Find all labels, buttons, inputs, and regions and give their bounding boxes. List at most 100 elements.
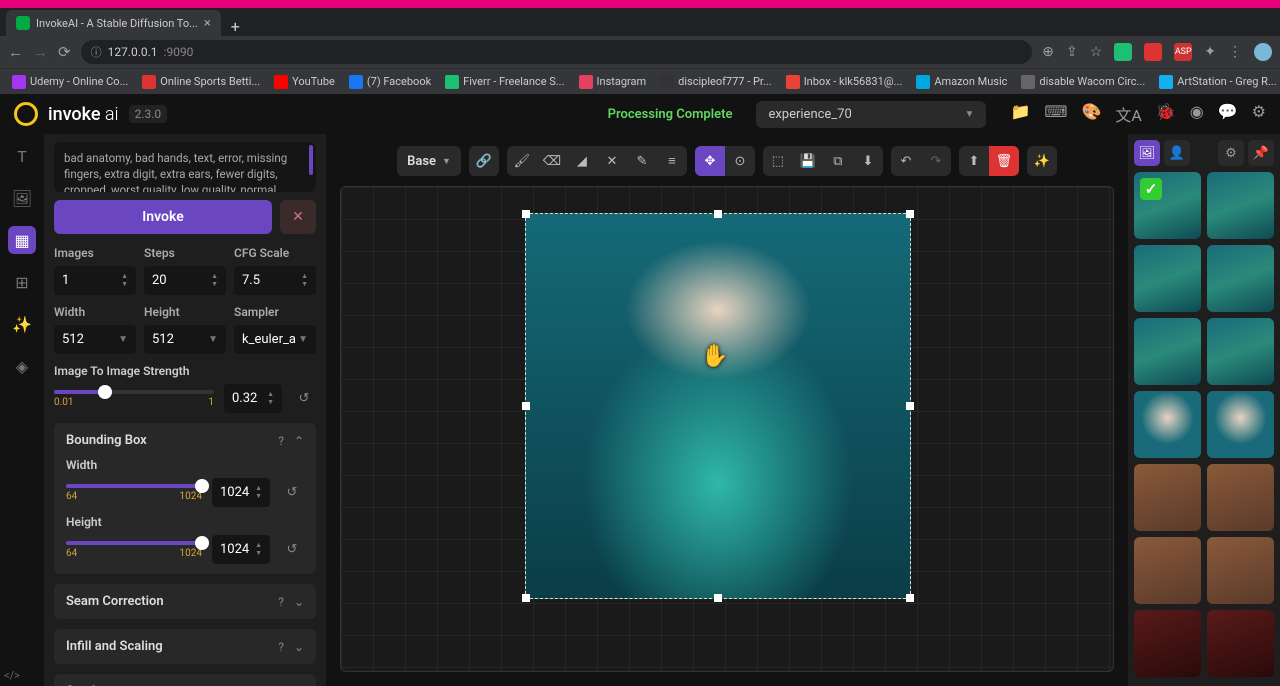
bookmark-item[interactable]: discipleof777 - Pr... [656,73,776,91]
tab-close-icon[interactable]: × [204,16,211,31]
discord-icon[interactable]: 💬 [1218,102,1238,126]
sampler-select[interactable]: k_euler_a▼ [234,325,316,354]
brush-tool-icon[interactable]: 🖌 [507,146,537,176]
language-icon[interactable]: 文A [1115,102,1141,126]
invoke-button[interactable]: Invoke [54,200,272,234]
bookmark-item[interactable]: ArtStation - Greg R... [1155,73,1280,91]
gallery-thumbnail[interactable] [1207,537,1274,604]
bookmark-item[interactable]: (7) Facebook [345,73,435,91]
link-tool-icon[interactable]: 🔗 [469,146,499,176]
gallery-thumbnail[interactable] [1134,464,1201,531]
bookmark-item[interactable]: YouTube [270,73,339,91]
extension-icon[interactable] [1114,43,1132,61]
menu-icon[interactable]: ⋮ [1228,44,1242,60]
bbox-width-slider[interactable] [66,484,202,488]
extensions-icon[interactable]: ✦ [1204,44,1216,60]
save-icon[interactable]: 💾 [793,146,823,176]
model-selector[interactable]: experience_70 ▼ [756,101,986,128]
github-icon[interactable]: ◉ [1190,102,1204,126]
cfg-input[interactable]: 7.5▲▼ [234,266,316,295]
download-icon[interactable]: ⬇ [853,146,883,176]
gallery-settings-icon[interactable]: ⚙ [1218,140,1244,166]
resize-handle[interactable] [714,210,722,218]
canvas-viewport[interactable]: ✋ [340,186,1114,672]
chevron-down-icon[interactable]: ⌄ [294,595,304,609]
gallery-pin-icon[interactable]: 📌 [1248,140,1274,166]
folder-icon[interactable]: 📁 [1010,102,1030,126]
mode-postprocess-icon[interactable]: ✨ [8,310,36,338]
reset-view-icon[interactable]: ⊙ [725,146,755,176]
images-input[interactable]: 1▲▼ [54,266,136,295]
infill-scaling-header[interactable]: Infill and Scaling ?⌄ [66,639,304,654]
bbox-width-reset-icon[interactable]: ↺ [280,481,304,505]
code-toggle-icon[interactable]: </> [4,669,20,682]
mode-canvas-icon[interactable]: ▦ [8,226,36,254]
i2i-strength-value[interactable]: 0.32▲▼ [224,384,282,413]
bookmark-item[interactable]: Online Sports Betti... [138,73,264,91]
help-icon[interactable]: ? [278,434,284,448]
wand-tool-icon[interactable]: ✨ [1027,146,1057,176]
i2i-strength-slider[interactable] [54,390,214,394]
keyboard-icon[interactable]: ⌨ [1044,102,1067,126]
mode-nodes-icon[interactable]: ⊞ [8,268,36,296]
gallery-thumbnail[interactable] [1207,172,1274,239]
gallery-thumbnail[interactable] [1207,318,1274,385]
gallery-thumbnail[interactable] [1134,172,1201,239]
gallery-thumbnail[interactable] [1134,318,1201,385]
bookmark-item[interactable]: Inbox - klk56831@... [782,73,907,91]
redo-icon[interactable]: ↷ [921,146,951,176]
bbox-height-reset-icon[interactable]: ↺ [280,538,304,562]
extension-icon[interactable]: ASP [1174,43,1192,61]
settings-gear-icon[interactable]: ⚙ [1252,102,1266,126]
bug-icon[interactable]: 🐞 [1156,102,1176,126]
mode-img2img-icon[interactable]: 🖼 [8,184,36,212]
options-tool-icon[interactable]: ≡ [657,146,687,176]
gallery-thumbnail[interactable] [1134,391,1201,458]
upload-icon[interactable]: ⬆ [959,146,989,176]
delete-icon[interactable]: 🗑 [989,146,1019,176]
clear-tool-icon[interactable]: ✕ [597,146,627,176]
negative-prompt-field[interactable]: bad anatomy, bad hands, text, error, mis… [54,142,316,192]
gallery-thumbnail[interactable] [1134,245,1201,312]
forward-button[interactable]: → [33,43,48,61]
bookmark-item[interactable]: Amazon Music [912,73,1011,91]
resize-handle[interactable] [522,210,530,218]
seam-correction-header[interactable]: Seam Correction ?⌄ [66,594,304,609]
eraser-tool-icon[interactable]: ⌫ [537,146,567,176]
colorpicker-tool-icon[interactable]: ✎ [627,146,657,176]
bbox-width-value[interactable]: 1024▲▼ [212,478,270,507]
gallery-thumbnail[interactable] [1207,391,1274,458]
bookmark-star-icon[interactable]: ☆ [1090,44,1103,60]
bbox-height-value[interactable]: 1024▲▼ [212,535,270,564]
profile-avatar[interactable] [1254,43,1272,61]
height-select[interactable]: 512▼ [144,325,226,354]
back-button[interactable]: ← [8,43,23,61]
move-tool-icon[interactable]: ✥ [695,146,725,176]
fill-tool-icon[interactable]: ◢ [567,146,597,176]
gallery-thumbnail[interactable] [1134,610,1201,677]
resize-handle[interactable] [714,594,722,602]
zoom-icon[interactable]: ⊕ [1042,44,1054,60]
bookmark-item[interactable]: disable Wacom Circ... [1017,73,1149,91]
browser-tab[interactable]: InvokeAI - A Stable Diffusion To... × [6,10,221,36]
width-select[interactable]: 512▼ [54,325,136,354]
gallery-thumbnail[interactable] [1207,464,1274,531]
new-tab-button[interactable]: + [221,17,250,36]
help-icon[interactable]: ? [278,595,284,609]
mode-training-icon[interactable]: ◈ [8,352,36,380]
copy-icon[interactable]: ⧉ [823,146,853,176]
bbox-height-slider[interactable] [66,541,202,545]
address-bar[interactable]: ⓘ 127.0.0.1:9090 [81,40,1033,64]
help-icon[interactable]: ? [278,640,284,654]
undo-icon[interactable]: ↶ [891,146,921,176]
resize-handle[interactable] [522,402,530,410]
bookmark-item[interactable]: Udemy - Online Co... [8,73,132,91]
resize-handle[interactable] [906,594,914,602]
layers-icon[interactable]: ⬚ [763,146,793,176]
bounding-box-header[interactable]: Bounding Box ?⌃ [66,433,304,448]
gallery-thumbnail[interactable] [1207,245,1274,312]
bookmark-item[interactable]: Instagram [575,73,651,91]
extension-icon[interactable] [1144,43,1162,61]
resize-handle[interactable] [906,402,914,410]
gallery-thumbnail[interactable] [1134,537,1201,604]
